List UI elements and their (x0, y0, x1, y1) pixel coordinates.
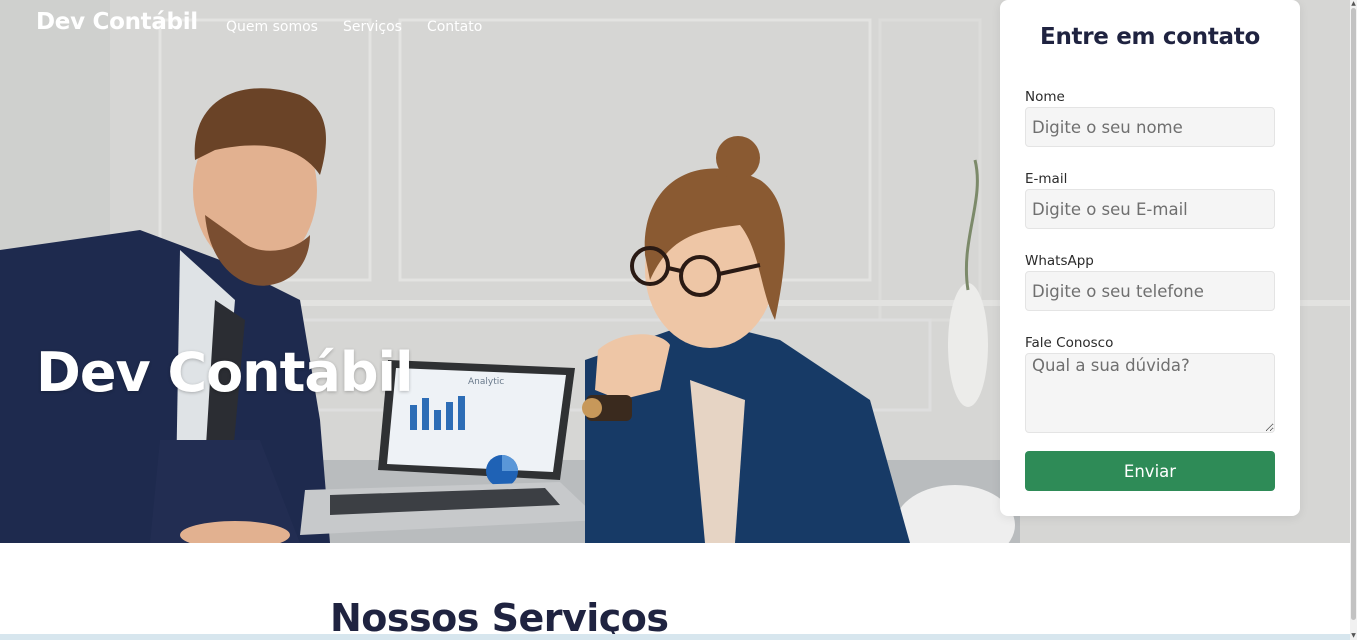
nav-link-servicos[interactable]: Serviços (343, 18, 402, 36)
send-button[interactable]: Enviar (1025, 451, 1275, 491)
name-input[interactable] (1025, 107, 1275, 147)
email-label: E-mail (1025, 171, 1068, 187)
brand-logo[interactable]: Dev Contábil (36, 9, 198, 35)
scroll-up-icon[interactable]: ▲ (1350, 0, 1357, 7)
name-label: Nome (1025, 89, 1065, 105)
main-nav: Quem somos Serviços Contato (226, 18, 507, 36)
vertical-scrollbar[interactable]: ▲ ▼ (1350, 0, 1357, 640)
contact-form-card: Entre em contato Nome E-mail WhatsApp Fa… (1000, 0, 1300, 516)
nav-link-contato[interactable]: Contato (427, 18, 482, 36)
laptop-screen-text: Analytic (468, 377, 504, 387)
contact-form-title: Entre em contato (1040, 24, 1260, 50)
email-input[interactable] (1025, 189, 1275, 229)
message-label: Fale Conosco (1025, 335, 1114, 351)
whatsapp-label: WhatsApp (1025, 253, 1094, 269)
scroll-thumb[interactable] (1351, 8, 1356, 620)
hero-title: Dev Contábil (36, 341, 414, 404)
whatsapp-input[interactable] (1025, 271, 1275, 311)
scroll-down-icon[interactable]: ▼ (1350, 632, 1357, 639)
message-textarea[interactable] (1025, 353, 1275, 433)
nav-link-quem-somos[interactable]: Quem somos (226, 18, 318, 36)
section-divider (0, 634, 1350, 640)
